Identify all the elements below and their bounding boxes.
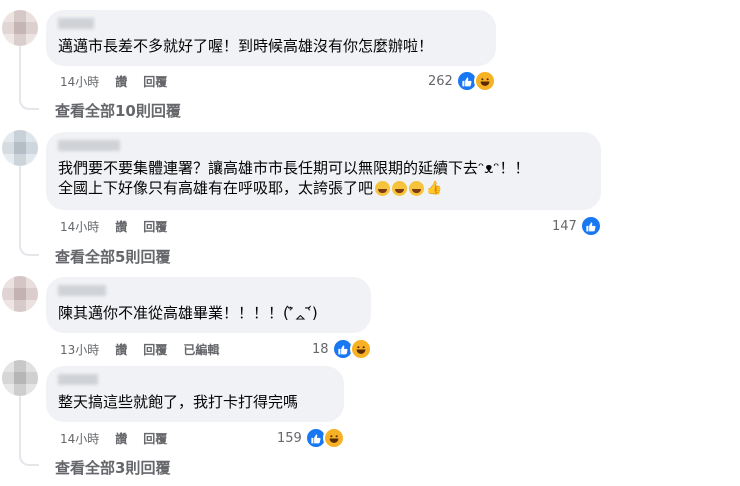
thread-elbow [19,94,39,110]
like-icon [579,215,602,237]
comment-actions: 14小時 讚 回覆 [60,430,167,447]
comment-actions: 14小時 讚 回覆 [60,73,167,90]
edited-label[interactable]: 已編輯 [183,341,219,358]
reaction-summary[interactable]: 262 [428,70,496,92]
like-button[interactable]: 讚 [115,430,127,447]
author-name-redacted[interactable] [58,18,484,30]
thread-line [19,396,21,450]
timestamp[interactable]: 14小時 [60,73,99,90]
haha-icon [322,427,345,449]
timestamp[interactable]: 14小時 [60,218,99,235]
like-button[interactable]: 讚 [115,73,127,90]
haha-icon [349,338,372,360]
thumbs-up-emoji-icon: 👍 [426,181,443,196]
laughing-emoji-icon [392,181,408,196]
reaction-count: 159 [277,430,302,446]
reaction-summary[interactable]: 147 [552,215,602,237]
reply-button[interactable]: 回覆 [143,341,167,358]
reaction-count: 18 [312,341,329,357]
avatar[interactable] [2,10,38,46]
view-all-replies-link[interactable]: 查看全部5則回覆 [55,246,170,267]
reply-button[interactable]: 回覆 [143,73,167,90]
avatar[interactable] [2,130,38,166]
view-all-replies-link[interactable]: 查看全部3則回覆 [55,457,170,478]
reply-button[interactable]: 回覆 [143,218,167,235]
author-name-redacted[interactable] [58,140,589,152]
thread-elbow [19,450,39,466]
laughing-emoji-icon [375,181,391,196]
like-button[interactable]: 讚 [115,341,127,358]
thread-line [19,46,21,94]
avatar[interactable] [2,360,38,396]
haha-icon [473,70,496,92]
comment-text-line-1: 我們要不要集體連署？讓高雄市市長任期可以無限期的延續下去ᵔᴥᵔ！！ [58,159,530,177]
comment-actions: 14小時 讚 回覆 [60,218,167,235]
comment-text: 邁邁市長差不多就好了喔！到時候高雄沒有你怎麼辦啦！ [58,37,434,55]
author-name-redacted[interactable] [58,285,359,297]
reaction-count: 262 [428,73,453,89]
thread-line [19,166,21,240]
timestamp[interactable]: 13小時 [60,341,99,358]
comment-bubble: 我們要不要集體連署？讓高雄市市長任期可以無限期的延續下去ᵔᴥᵔ！！ 全國上下好像… [46,132,601,210]
avatar[interactable] [2,276,38,312]
comment-text: 陳其邁你不准從高雄畢業！！！！(ʾ᷅ᇫʿ᷄) [58,304,318,322]
grinning-emoji-icon [409,181,425,196]
comment-bubble: 邁邁市長差不多就好了喔！到時候高雄沒有你怎麼辦啦！ [46,10,496,66]
comment-text-line-2: 全國上下好像只有高雄有在呼吸耶，太誇張了吧 👍 [58,179,443,197]
timestamp[interactable]: 14小時 [60,430,99,447]
reply-button[interactable]: 回覆 [143,430,167,447]
comment-text: 整天搞這些就飽了，我打卡打得完嗎 [58,393,299,411]
view-all-replies-link[interactable]: 查看全部10則回覆 [55,100,181,121]
thread-elbow [19,240,39,256]
reaction-count: 147 [552,218,577,234]
author-name-redacted[interactable] [58,374,332,386]
comment-bubble: 整天搞這些就飽了，我打卡打得完嗎 [46,366,344,422]
like-button[interactable]: 讚 [115,218,127,235]
reaction-summary[interactable]: 18 [312,338,372,360]
comment-bubble: 陳其邁你不准從高雄畢業！！！！(ʾ᷅ᇫʿ᷄) [46,277,371,333]
reaction-summary[interactable]: 159 [277,427,345,449]
comment-actions: 13小時 讚 回覆 已編輯 [60,341,219,358]
emoji-group: 👍 [375,181,443,196]
